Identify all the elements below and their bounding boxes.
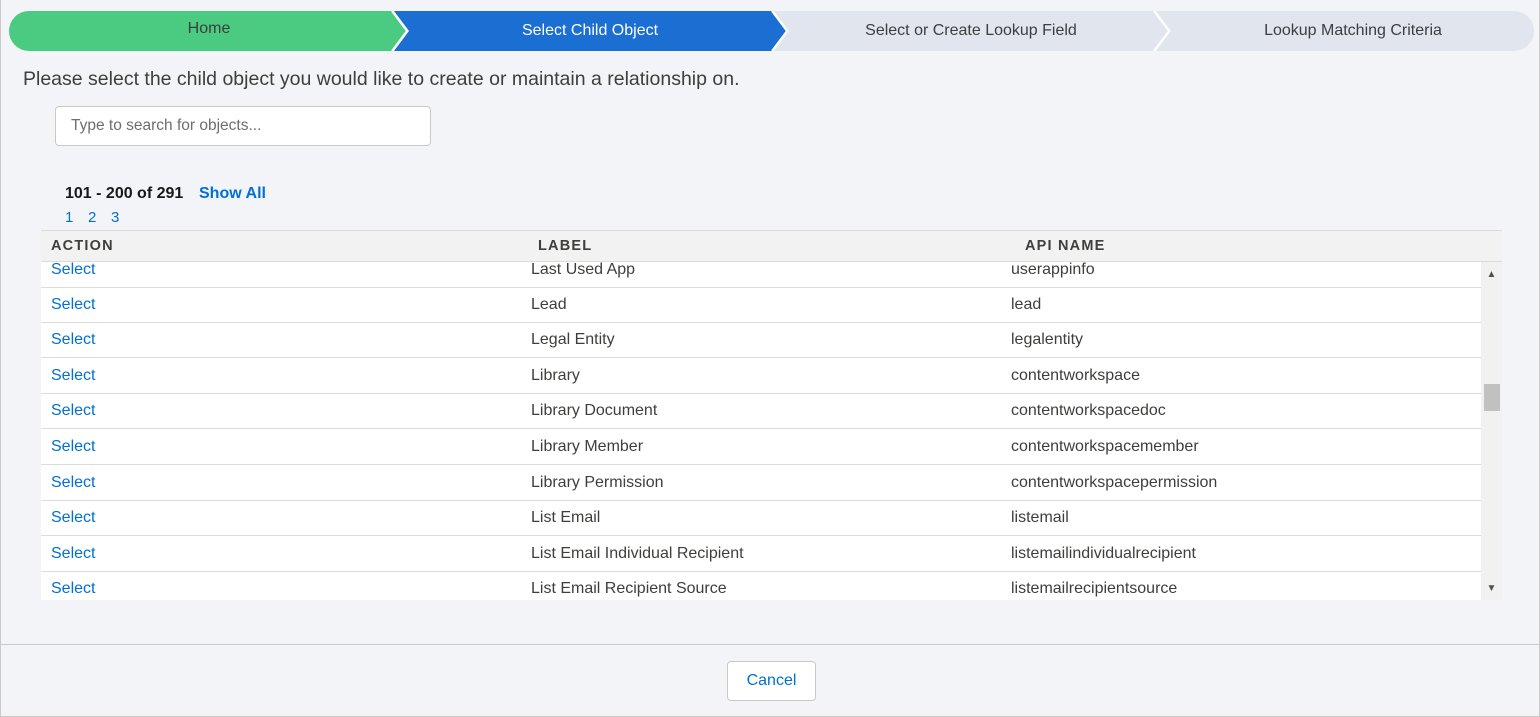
select-link[interactable]: Select <box>51 322 95 357</box>
object-label: List Email Individual Recipient <box>531 545 744 562</box>
path-step-lookup-matching-criteria[interactable]: Lookup Matching Criteria <box>1163 11 1540 51</box>
cancel-button[interactable]: Cancel <box>727 661 816 701</box>
object-api-name: legalentity <box>1011 331 1084 348</box>
record-range: 101 - 200 of 291 <box>65 185 184 202</box>
object-api-name: contentworkspacepermission <box>1011 474 1218 491</box>
table-row: Select Last Used App userappinfo <box>41 262 1481 288</box>
page-link-3[interactable]: 3 <box>111 209 119 226</box>
table-row: Select Library Member contentworkspaceme… <box>41 429 1481 465</box>
select-link[interactable]: Select <box>51 571 95 600</box>
select-link[interactable]: Select <box>51 358 95 393</box>
column-header-label: LABEL <box>538 238 593 254</box>
path-step-home[interactable]: Home <box>9 9 409 49</box>
show-all-link[interactable]: Show All <box>199 185 266 203</box>
object-api-name: listemailindividualrecipient <box>1011 545 1196 562</box>
object-api-name: userappinfo <box>1011 262 1095 278</box>
table-header: ACTION LABEL API NAME <box>41 230 1502 262</box>
table-row: Select Legal Entity legalentity <box>41 322 1481 358</box>
select-link[interactable]: Select <box>51 287 95 322</box>
object-api-name: contentworkspacemember <box>1011 438 1199 455</box>
select-link[interactable]: Select <box>51 429 95 464</box>
table-row: Select Lead lead <box>41 287 1481 323</box>
table-scrollbar[interactable]: ▲ ▼ <box>1481 262 1502 600</box>
table-row: Select List Email listemail <box>41 500 1481 536</box>
triangle-up-icon[interactable]: ▲ <box>1481 264 1502 284</box>
table-row: Select List Email Recipient Source liste… <box>41 571 1481 600</box>
object-label: Library Member <box>531 438 644 455</box>
triangle-down-icon[interactable]: ▼ <box>1481 578 1502 598</box>
object-api-name: listemail <box>1011 509 1069 526</box>
table-row: Select Library Permission contentworkspa… <box>41 465 1481 501</box>
select-link[interactable]: Select <box>51 536 95 571</box>
footer-divider <box>1 644 1540 645</box>
table-row: Select Library contentworkspace <box>41 358 1481 394</box>
path-step-select-child-object[interactable]: Select Child Object <box>401 11 779 51</box>
object-api-name: lead <box>1011 296 1042 313</box>
object-api-name: listemailrecipientsource <box>1011 580 1178 597</box>
object-label: Last Used App <box>531 262 636 278</box>
select-link[interactable]: Select <box>51 262 95 287</box>
object-label: Library <box>531 367 580 384</box>
instruction-text: Please select the child object you would… <box>23 68 740 90</box>
select-link[interactable]: Select <box>51 393 95 428</box>
path-step-select-lookup-field[interactable]: Select or Create Lookup Field <box>781 11 1161 51</box>
scrollbar-thumb[interactable] <box>1484 384 1500 411</box>
table-row: Select List Email Individual Recipient l… <box>41 536 1481 572</box>
object-api-name: contentworkspace <box>1011 367 1140 384</box>
object-label: Library Permission <box>531 474 664 491</box>
select-link[interactable]: Select <box>51 500 95 535</box>
select-link[interactable]: Select <box>51 465 95 500</box>
progress-path: Home Select Child Object Select or Creat… <box>9 11 1534 51</box>
object-label: List Email Recipient Source <box>531 580 727 597</box>
page-link-2[interactable]: 2 <box>88 209 96 226</box>
object-api-name: contentworkspacedoc <box>1011 402 1166 419</box>
table-row: Select Library Document contentworkspace… <box>41 393 1481 429</box>
object-table-body[interactable]: Select Last Used App userappinfo Select … <box>41 262 1502 600</box>
object-label: List Email <box>531 509 601 526</box>
wizard-modal: Home Select Child Object Select or Creat… <box>0 0 1540 717</box>
column-header-action: ACTION <box>51 238 114 254</box>
object-search-input[interactable] <box>55 106 431 146</box>
object-label: Lead <box>531 296 567 313</box>
page-link-1[interactable]: 1 <box>65 209 73 226</box>
object-label: Legal Entity <box>531 331 615 348</box>
object-label: Library Document <box>531 402 658 419</box>
column-header-api-name: API NAME <box>1025 238 1106 254</box>
